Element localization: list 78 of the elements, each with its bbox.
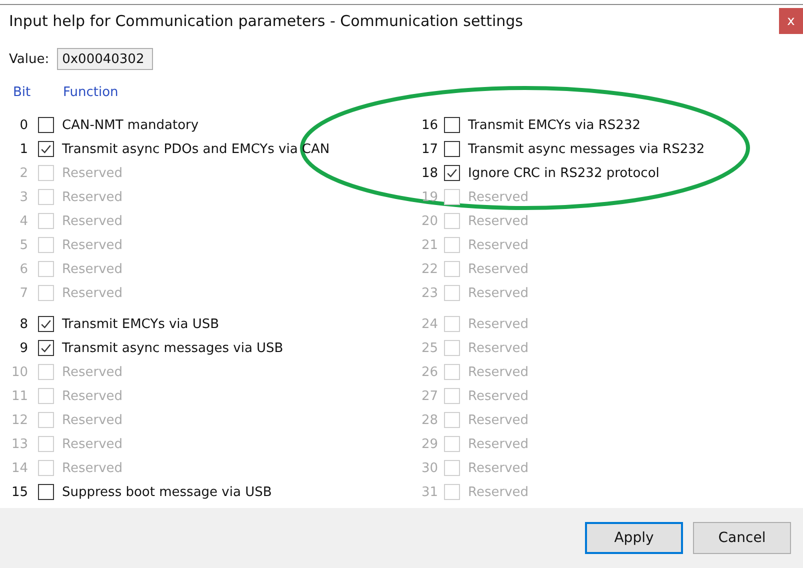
- checkbox-label: Reserved: [62, 412, 123, 428]
- function-header: Function: [63, 85, 118, 100]
- checkbox[interactable]: [444, 165, 460, 181]
- bit-number: 14: [10, 460, 28, 476]
- bit-number: 13: [10, 436, 28, 452]
- checkbox-label: Reserved: [468, 436, 529, 452]
- bit-header: Bit: [12, 85, 32, 100]
- checkbox-label: Reserved: [468, 238, 529, 252]
- checkbox[interactable]: [38, 117, 54, 133]
- bit-number: 8: [18, 316, 28, 332]
- checkbox-label: Reserved: [62, 364, 123, 380]
- bit-number: 23: [420, 286, 438, 300]
- checkbox-label: Reserved: [468, 190, 529, 204]
- bit-number: 10: [10, 364, 28, 380]
- checkbox-label: Transmit EMCYs via USB: [62, 316, 220, 332]
- bit-number: 2: [18, 166, 28, 180]
- bit-number: 30: [420, 460, 438, 476]
- bit-number: 24: [420, 316, 438, 332]
- bit-number: 3: [18, 190, 28, 204]
- bit-number: 27: [420, 388, 438, 404]
- cancel-button[interactable]: Cancel: [693, 522, 791, 554]
- checkbox-label: Reserved: [62, 166, 123, 180]
- checkbox-label: Transmit async messages via USB: [62, 340, 284, 356]
- checkbox-label: Reserved: [62, 460, 123, 476]
- bit-number: 7: [18, 286, 28, 300]
- bit-number: 4: [18, 214, 28, 228]
- bit-number: 6: [18, 262, 28, 276]
- checkbox[interactable]: [38, 340, 54, 356]
- bit-number: 16: [420, 118, 438, 132]
- bit-number: 26: [420, 364, 438, 380]
- checkbox-label: Transmit async messages via RS232: [468, 142, 705, 156]
- bit-number: 12: [10, 412, 28, 428]
- checkbox[interactable]: [444, 117, 460, 133]
- checkbox-label: Reserved: [468, 340, 529, 356]
- checkbox[interactable]: [38, 484, 54, 500]
- bit-number: 22: [420, 262, 438, 276]
- window-title: Input help for Communication parameters - Communication settings: [9, 12, 523, 30]
- checkbox-label: Suppress boot message via USB: [62, 484, 272, 500]
- bit-number: 5: [18, 238, 28, 252]
- value-field[interactable]: 0x00040302: [57, 48, 154, 70]
- bit-number: 0: [18, 118, 28, 132]
- checkbox-label: Reserved: [62, 214, 123, 228]
- checkbox[interactable]: [38, 141, 54, 157]
- close-button[interactable]: x: [779, 8, 803, 34]
- bit-number: 25: [420, 340, 438, 356]
- bit-number: 11: [10, 388, 28, 404]
- checkbox-label: Reserved: [468, 460, 529, 476]
- checkbox-label: Reserved: [62, 388, 123, 404]
- checkbox[interactable]: [444, 141, 460, 157]
- checkbox-label: Reserved: [62, 190, 123, 204]
- bit-number: 28: [420, 412, 438, 428]
- checkbox-label: Reserved: [468, 364, 529, 380]
- checkbox[interactable]: [38, 316, 54, 332]
- checkbox-label: Ignore CRC in RS232 protocol: [468, 166, 660, 180]
- bit-number: 15: [10, 484, 28, 500]
- checkbox-label: Reserved: [468, 262, 529, 276]
- checkbox-label: Reserved: [62, 436, 123, 452]
- bit-number: 18: [420, 166, 438, 180]
- checkbox-label: Reserved: [468, 316, 529, 332]
- checkbox-label: Reserved: [62, 286, 123, 300]
- checkbox-label: Reserved: [62, 262, 123, 276]
- bit-number: 9: [18, 340, 28, 356]
- checkbox-label: Reserved: [468, 214, 529, 228]
- bit-number: 1: [18, 142, 28, 156]
- bit-number: 17: [420, 142, 438, 156]
- bit-number: 21: [420, 238, 438, 252]
- checkbox-label: Reserved: [468, 412, 529, 428]
- bit-number: 29: [420, 436, 438, 452]
- checkbox-label: Reserved: [468, 286, 529, 300]
- checkbox-label: Reserved: [468, 388, 529, 404]
- apply-button[interactable]: Apply: [585, 522, 683, 554]
- checkbox-label: CAN-NMT mandatory: [62, 118, 199, 132]
- bit-number: 20: [420, 214, 438, 228]
- checkbox-label: Reserved: [62, 238, 123, 252]
- value-label: Value:: [9, 52, 50, 66]
- bit-number: 31: [420, 484, 438, 500]
- checkbox-label: Transmit EMCYs via RS232: [468, 118, 640, 132]
- checkbox-label: Reserved: [468, 484, 529, 500]
